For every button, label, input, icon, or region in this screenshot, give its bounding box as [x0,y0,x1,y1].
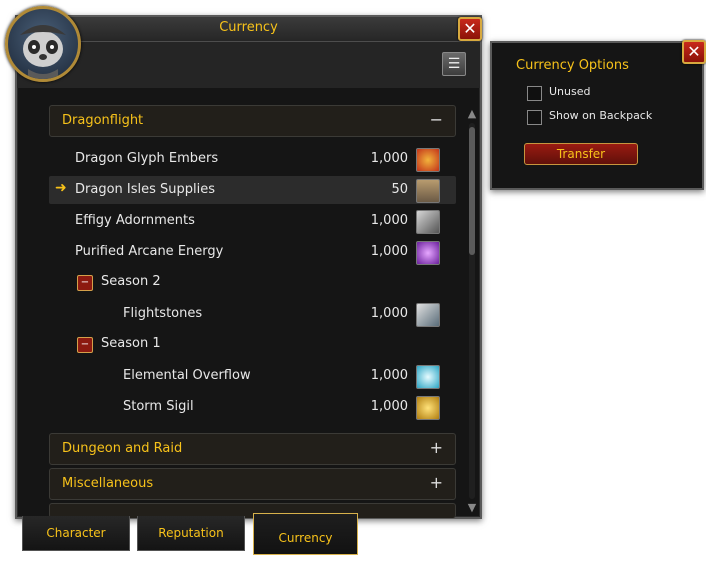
window-title: Currency [219,20,278,35]
scroll-down-icon[interactable]: ▼ [466,501,478,514]
effigy-icon [416,210,440,234]
tab-reputation[interactable]: Reputation [137,516,245,551]
unused-label: Unused [549,85,591,98]
currency-amount: 1,000 [370,213,408,228]
expand-icon: + [429,438,443,457]
currency-name: Storm Sigil [123,399,194,414]
avatar [5,6,81,82]
collapse-toggle-icon[interactable]: − [77,337,93,353]
currency-row[interactable]: Flightstones 1,000 [49,300,456,328]
embers-icon [416,148,440,172]
category-label: Dungeon and Raid [62,441,183,456]
currency-amount: 50 [391,182,408,197]
currency-amount: 1,000 [370,151,408,166]
currency-amount: 1,000 [370,368,408,383]
currency-window: Currency ✕ ☰ Dragonflight − Dragon Glyph… [15,15,482,519]
season-header[interactable]: − Season 1 [77,331,277,359]
currency-row[interactable]: Dragon Glyph Embers 1,000 [49,145,456,173]
scroll-thumb[interactable] [469,127,475,255]
show-on-backpack-checkbox[interactable] [527,110,542,125]
currency-name: Effigy Adornments [75,213,195,228]
season-header[interactable]: − Season 2 [77,269,277,297]
title-bar: Currency [17,17,480,42]
collapse-icon: − [429,110,443,129]
unused-checkbox[interactable] [527,86,542,101]
sigil-icon [416,396,440,420]
currency-options-panel: Currency Options Unused Show on Backpack… [490,41,704,190]
currency-row-selected[interactable]: ➜ Dragon Isles Supplies 50 [49,176,456,204]
currency-options-button[interactable]: ☰ [442,52,466,76]
arcane-icon [416,241,440,265]
category-header-dragonflight[interactable]: Dragonflight − [49,105,456,137]
currency-row[interactable]: Effigy Adornments 1,000 [49,207,456,235]
pandaren-portrait-icon [20,25,66,79]
supplies-icon [416,179,440,203]
toolbar: ☰ [17,42,480,88]
tab-character[interactable]: Character [22,516,130,551]
scrollbar[interactable]: ▲ ▼ [466,107,478,515]
category-label: Miscellaneous [62,476,154,491]
currency-amount: 1,000 [370,399,408,414]
close-icon: ✕ [687,42,701,61]
arrow-icon: ➜ [55,180,67,196]
close-button[interactable]: ✕ [458,17,482,41]
currency-row[interactable]: Purified Arcane Energy 1,000 [49,238,456,266]
season-label: Season 1 [101,336,161,351]
currency-name: Dragon Glyph Embers [75,151,219,166]
options-close-button[interactable]: ✕ [682,40,706,64]
season-label: Season 2 [101,274,161,289]
scroll-up-icon[interactable]: ▲ [466,107,478,120]
transfer-button[interactable]: Transfer [524,143,638,165]
category-header-miscellaneous[interactable]: Miscellaneous + [49,468,456,500]
currency-name: Flightstones [123,306,203,321]
currency-row[interactable]: Storm Sigil 1,000 [49,393,456,421]
currency-row[interactable]: Elemental Overflow 1,000 [49,362,456,390]
currency-amount: 1,000 [370,244,408,259]
close-icon: ✕ [463,19,477,38]
category-header-dungeon-and-raid[interactable]: Dungeon and Raid + [49,433,456,465]
expand-icon: + [429,473,443,492]
collapse-toggle-icon[interactable]: − [77,275,93,291]
currency-list: Dragonflight − Dragon Glyph Embers 1,000… [33,105,456,519]
category-label: Dragonflight [62,113,144,128]
currency-amount: 1,000 [370,306,408,321]
elemental-icon [416,365,440,389]
currency-name: Purified Arcane Energy [75,244,224,259]
flightstones-icon [416,303,440,327]
tab-currency[interactable]: Currency [253,513,358,555]
show-on-backpack-label: Show on Backpack [549,109,653,122]
settings-icon: ☰ [447,56,461,72]
currency-name: Elemental Overflow [123,368,251,383]
currency-name: Dragon Isles Supplies [75,182,216,197]
options-title: Currency Options [516,58,629,73]
